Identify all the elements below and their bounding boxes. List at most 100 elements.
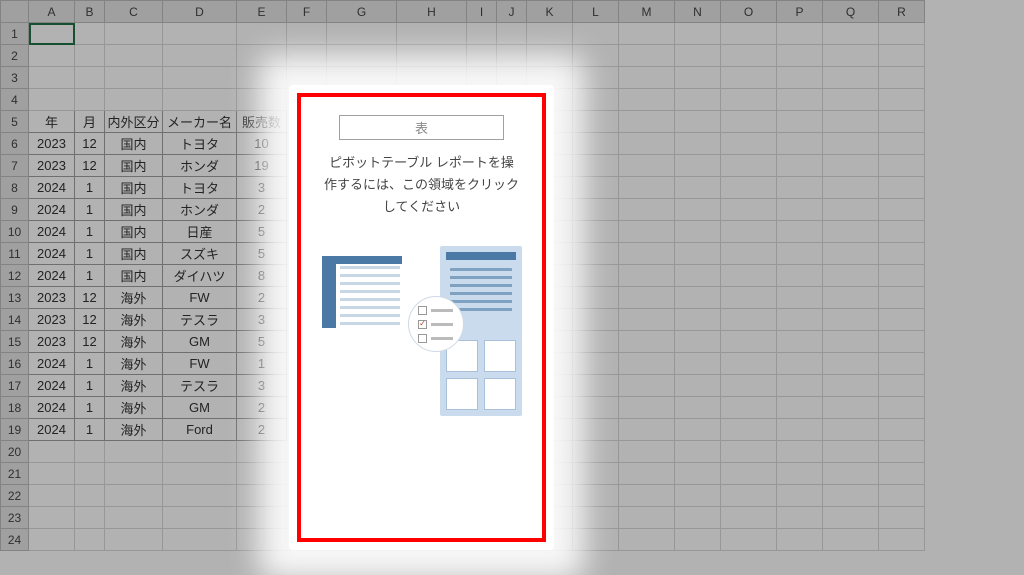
row-header[interactable]: 12: [1, 265, 29, 287]
cell[interactable]: [619, 485, 675, 507]
cell[interactable]: [777, 353, 823, 375]
cell[interactable]: 海外: [105, 309, 163, 331]
cell[interactable]: [163, 529, 237, 551]
cell[interactable]: 1: [237, 353, 287, 375]
cell[interactable]: [675, 155, 721, 177]
cell[interactable]: 1: [75, 353, 105, 375]
cell[interactable]: [573, 353, 619, 375]
cell[interactable]: [573, 155, 619, 177]
cell[interactable]: [237, 67, 287, 89]
cell[interactable]: [879, 199, 925, 221]
cell[interactable]: [879, 23, 925, 45]
cell[interactable]: [777, 67, 823, 89]
cell[interactable]: [237, 45, 287, 67]
cell[interactable]: 国内: [105, 221, 163, 243]
cell[interactable]: GM: [163, 331, 237, 353]
cell[interactable]: 2024: [29, 199, 75, 221]
cell[interactable]: [573, 485, 619, 507]
cell[interactable]: 8: [237, 265, 287, 287]
cell[interactable]: ホンダ: [163, 155, 237, 177]
cell[interactable]: [777, 441, 823, 463]
cell[interactable]: [823, 221, 879, 243]
cell[interactable]: [675, 529, 721, 551]
cell[interactable]: 年: [29, 111, 75, 133]
row-header[interactable]: 11: [1, 243, 29, 265]
cell[interactable]: 海外: [105, 419, 163, 441]
cell[interactable]: [287, 23, 327, 45]
row-header[interactable]: 24: [1, 529, 29, 551]
cell[interactable]: [879, 287, 925, 309]
cell[interactable]: [619, 331, 675, 353]
cell[interactable]: [675, 331, 721, 353]
cell[interactable]: [675, 23, 721, 45]
cell[interactable]: [619, 397, 675, 419]
cell[interactable]: [879, 441, 925, 463]
cell[interactable]: 19: [237, 155, 287, 177]
cell[interactable]: [721, 309, 777, 331]
cell[interactable]: [75, 89, 105, 111]
cell[interactable]: [675, 287, 721, 309]
row-header[interactable]: 23: [1, 507, 29, 529]
column-header[interactable]: F: [287, 1, 327, 23]
cell[interactable]: 2024: [29, 221, 75, 243]
cell[interactable]: 国内: [105, 199, 163, 221]
cell[interactable]: [721, 287, 777, 309]
cell[interactable]: 2024: [29, 419, 75, 441]
cell[interactable]: [721, 89, 777, 111]
cell[interactable]: [879, 485, 925, 507]
cell[interactable]: 12: [75, 331, 105, 353]
cell[interactable]: [777, 397, 823, 419]
cell[interactable]: [823, 463, 879, 485]
cell[interactable]: [823, 507, 879, 529]
cell[interactable]: [105, 89, 163, 111]
cell[interactable]: 海外: [105, 397, 163, 419]
column-header[interactable]: H: [397, 1, 467, 23]
cell[interactable]: [237, 485, 287, 507]
cell[interactable]: [879, 45, 925, 67]
cell[interactable]: [823, 309, 879, 331]
cell[interactable]: 2023: [29, 309, 75, 331]
cell[interactable]: [721, 529, 777, 551]
cell[interactable]: ダイハツ: [163, 265, 237, 287]
cell[interactable]: [879, 397, 925, 419]
cell[interactable]: [573, 265, 619, 287]
cell[interactable]: [777, 23, 823, 45]
column-header[interactable]: J: [497, 1, 527, 23]
cell[interactable]: [823, 89, 879, 111]
row-header[interactable]: 1: [1, 23, 29, 45]
cell[interactable]: [721, 419, 777, 441]
cell[interactable]: [163, 507, 237, 529]
cell[interactable]: [105, 485, 163, 507]
cell[interactable]: [75, 45, 105, 67]
cell[interactable]: [879, 221, 925, 243]
cell[interactable]: [237, 23, 287, 45]
cell[interactable]: [675, 221, 721, 243]
cell[interactable]: 2023: [29, 155, 75, 177]
cell[interactable]: [327, 45, 397, 67]
cell[interactable]: トヨタ: [163, 133, 237, 155]
cell[interactable]: [879, 507, 925, 529]
cell[interactable]: [619, 463, 675, 485]
cell[interactable]: [619, 89, 675, 111]
cell[interactable]: [675, 485, 721, 507]
cell[interactable]: [29, 23, 75, 45]
cell[interactable]: 2024: [29, 353, 75, 375]
cell[interactable]: [237, 507, 287, 529]
cell[interactable]: [75, 67, 105, 89]
cell[interactable]: [105, 463, 163, 485]
row-header[interactable]: 3: [1, 67, 29, 89]
cell[interactable]: [29, 485, 75, 507]
cell[interactable]: [163, 67, 237, 89]
cell[interactable]: [879, 265, 925, 287]
cell[interactable]: 1: [75, 419, 105, 441]
cell[interactable]: [823, 529, 879, 551]
column-header[interactable]: I: [467, 1, 497, 23]
cell[interactable]: [823, 45, 879, 67]
cell[interactable]: FW: [163, 353, 237, 375]
cell[interactable]: [675, 441, 721, 463]
cell[interactable]: [777, 419, 823, 441]
cell[interactable]: 販売数: [237, 111, 287, 133]
cell[interactable]: [573, 397, 619, 419]
cell[interactable]: [823, 485, 879, 507]
cell[interactable]: [619, 23, 675, 45]
